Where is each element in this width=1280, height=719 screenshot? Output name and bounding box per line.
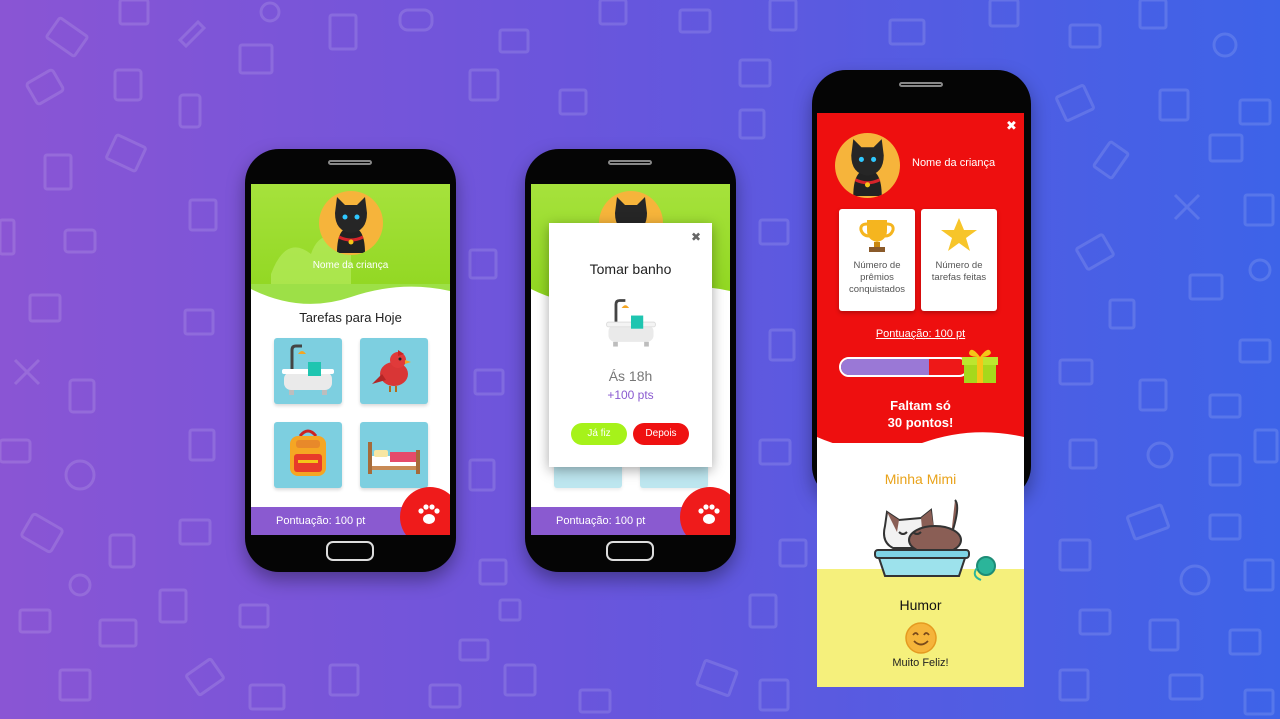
paw-icon xyxy=(698,504,720,524)
child-name: Nome da criança xyxy=(312,260,389,271)
profile-screen: ✖ Nome da criança Número de prêmios conq… xyxy=(817,113,1024,687)
mood-value: Muito Feliz! xyxy=(892,657,949,669)
pet-button[interactable] xyxy=(400,487,450,535)
task-modal: ✖ Tomar banho Ás 18h +100 pts Já fiz Dep… xyxy=(549,223,712,467)
trophies-card[interactable]: Número de prêmios conquistados xyxy=(839,209,915,311)
bathtub-icon xyxy=(282,344,334,395)
close-icon[interactable]: ✖ xyxy=(1006,118,1017,134)
task-points: +100 pts xyxy=(607,388,654,402)
task-tile-bed[interactable] xyxy=(360,422,428,488)
remaining-line-2: 30 pontos! xyxy=(887,415,954,430)
progress-fill xyxy=(841,359,930,375)
tasks-done-label: Número de tarefas feitas xyxy=(931,260,987,283)
task-tile-backpack[interactable] xyxy=(274,422,342,488)
score-label: Pontuação: 100 pt xyxy=(276,515,366,527)
trophy-icon xyxy=(859,220,895,252)
gift-icon xyxy=(962,349,998,383)
child-avatar xyxy=(835,133,900,198)
modal-close-icon[interactable]: ✖ xyxy=(691,230,701,244)
done-button[interactable]: Já fiz xyxy=(571,423,627,445)
home-screen: Nome da criança Tarefas para Hoje Pontua… xyxy=(251,184,450,535)
pet-title: Minha Mimi xyxy=(884,471,957,487)
backpack-icon xyxy=(290,429,326,476)
phone-home-button xyxy=(326,541,374,561)
phone-frame-home: Nome da criança Tarefas para Hoje Pontua… xyxy=(245,149,456,572)
bird-icon xyxy=(372,350,411,392)
phone-speaker xyxy=(328,160,372,165)
task-tile-bird[interactable] xyxy=(360,338,428,404)
pet-button[interactable] xyxy=(680,487,730,535)
later-button[interactable]: Depois xyxy=(633,423,689,445)
happy-face-icon xyxy=(905,622,937,654)
paw-icon xyxy=(418,504,440,524)
child-avatar[interactable] xyxy=(319,191,383,255)
task-tile-bath[interactable] xyxy=(274,338,342,404)
mood-label: Humor xyxy=(899,597,942,613)
bed-icon xyxy=(368,442,420,474)
trophies-label: Número de prêmios conquistados xyxy=(849,260,905,295)
phone-speaker xyxy=(899,82,943,87)
phone-speaker xyxy=(608,160,652,165)
header-wave xyxy=(251,286,450,314)
cat-in-basket-icon xyxy=(874,499,996,581)
phone-home-button xyxy=(606,541,654,561)
progress-bar xyxy=(839,357,969,377)
modal-title: Tomar banho xyxy=(589,261,672,277)
star-icon xyxy=(941,218,977,251)
tasks-done-card[interactable]: Número de tarefas feitas xyxy=(921,209,997,311)
score-label: Pontuação: 100 pt xyxy=(556,515,646,527)
score-link[interactable]: Pontuação: 100 pt xyxy=(817,328,1024,340)
task-time: Ás 18h xyxy=(608,368,653,384)
child-name: Nome da criança xyxy=(912,157,996,169)
section-title: Tarefas para Hoje xyxy=(299,310,402,325)
remaining-line-1: Faltam só xyxy=(890,398,951,413)
bathtub-icon xyxy=(606,299,656,347)
